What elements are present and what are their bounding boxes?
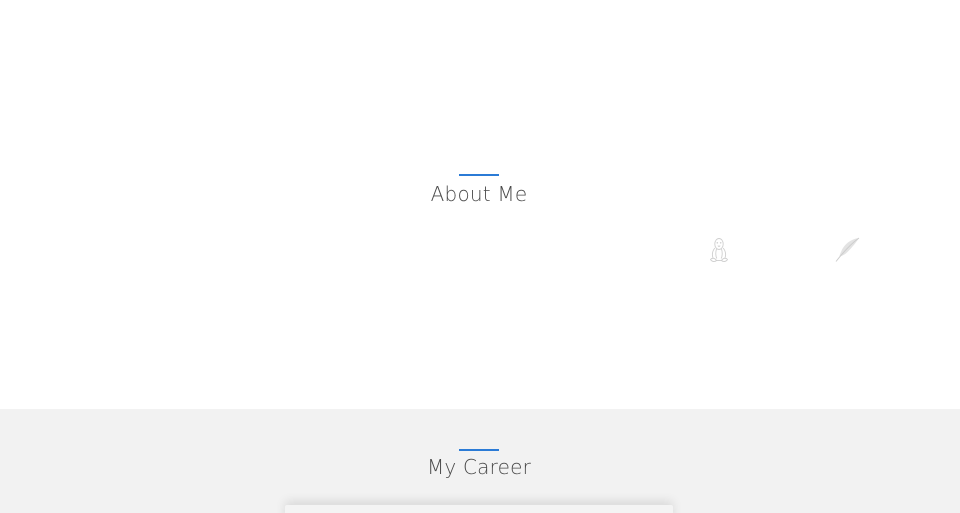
page: About Me My Career: [0, 0, 960, 513]
career-card: [285, 505, 673, 513]
linux-penguin-icon: [709, 238, 729, 262]
career-heading-rule: [459, 449, 499, 451]
about-section: About Me: [0, 0, 960, 409]
about-title: About Me: [430, 182, 528, 206]
career-section: My Career: [0, 409, 960, 513]
career-title: My Career: [426, 455, 532, 479]
about-heading-rule: [459, 174, 499, 176]
feather-icon: [835, 237, 860, 262]
